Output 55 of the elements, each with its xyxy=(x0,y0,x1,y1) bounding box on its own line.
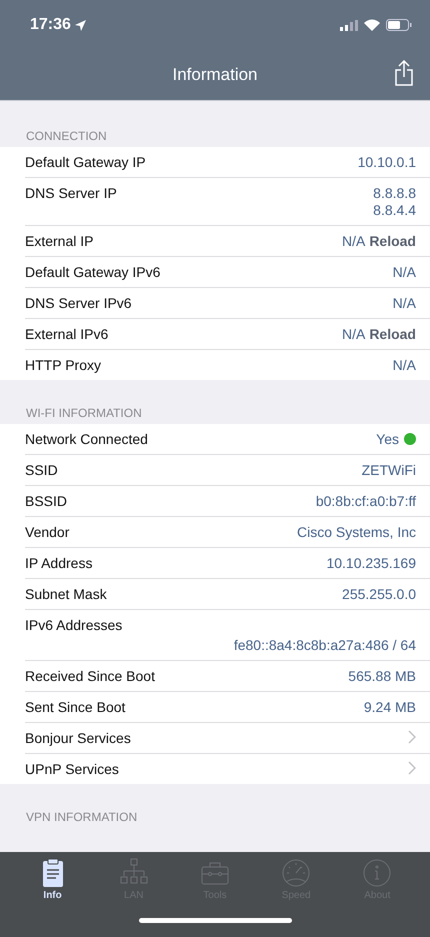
list-item[interactable]: Bonjour Services xyxy=(25,723,430,754)
row-value: 8.8.4.4 xyxy=(373,202,416,218)
row-value: N/A xyxy=(392,295,416,311)
status-time: 17:36 xyxy=(30,16,86,34)
row-value: 9.24 MB xyxy=(364,699,416,715)
clipboard-icon xyxy=(40,858,65,888)
tab[interactable]: Info xyxy=(22,858,83,901)
row-value: 10.10.0.1 xyxy=(358,154,416,170)
row-label: HTTP Proxy xyxy=(25,357,101,373)
row-value: Cisco Systems, Inc xyxy=(296,524,416,540)
list-item[interactable]: UPnP Services xyxy=(25,754,430,784)
row-value: ZETWiFi xyxy=(362,462,416,478)
chevron-icon xyxy=(408,761,416,775)
row-value: N/A xyxy=(342,326,366,342)
row-label: BSSID xyxy=(25,493,68,509)
section-header: CONNECTION xyxy=(25,128,108,145)
row-label: Vendor xyxy=(25,524,70,540)
row-value: 8.8.8.8 xyxy=(373,185,416,201)
row-value: Yes xyxy=(376,431,399,447)
row-value: 565.88 MB xyxy=(348,668,416,684)
battery-icon xyxy=(386,19,412,31)
row-value: 10.10.235.169 xyxy=(326,555,416,571)
row-label: DNS Server IPv6 xyxy=(25,295,132,311)
chevron-icon xyxy=(408,730,416,744)
row-value: N/A xyxy=(392,264,416,280)
speedometer-icon xyxy=(281,858,312,888)
row-label: Network Connected xyxy=(25,431,148,447)
row-label: Default Gateway IPv6 xyxy=(25,264,160,280)
row-value: b0:8b:cf:a0:b7:ff xyxy=(316,493,416,509)
row-label: Default Gateway IP xyxy=(25,154,146,170)
row-label: Sent Since Boot xyxy=(25,699,126,715)
row-label: Bonjour Services xyxy=(25,730,131,746)
location-arrow-icon xyxy=(74,20,86,30)
row-label: Subnet Mask xyxy=(25,586,107,602)
section-header: WI-FI INFORMATION xyxy=(25,405,143,422)
row-label: Received Since Boot xyxy=(25,668,155,684)
row-label: IPv6 Addresses xyxy=(25,617,124,633)
nav-title: Information xyxy=(172,65,258,85)
row-value: N/A xyxy=(342,233,366,249)
reload-button[interactable]: Reload xyxy=(369,326,416,342)
row-label: DNS Server IP xyxy=(25,185,117,201)
info-icon xyxy=(362,858,392,888)
share-icon xyxy=(394,60,414,86)
row-label: External IP xyxy=(25,233,94,249)
row-value: N/A xyxy=(392,357,416,373)
row-label: SSID xyxy=(25,462,58,478)
section-header: VPN INFORMATION xyxy=(25,809,138,826)
row-label: External IPv6 xyxy=(25,326,108,342)
wifi-icon xyxy=(364,19,380,31)
row-label: IP Address xyxy=(25,555,92,571)
row-value: fe80::8a4:8c8b:a27a:486 / 64 xyxy=(234,637,416,653)
row-label: UPnP Services xyxy=(25,761,119,777)
reload-button[interactable]: Reload xyxy=(369,233,416,249)
row-value: 255.255.0.0 xyxy=(342,586,416,602)
signal-icon xyxy=(340,20,358,30)
